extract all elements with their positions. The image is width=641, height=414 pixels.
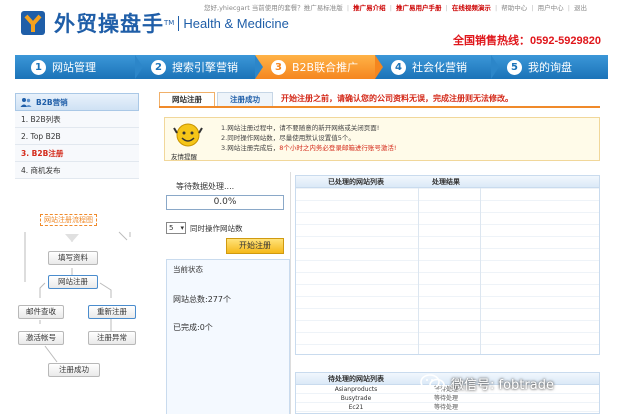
logo[interactable]: 外贸操盘手 TM Health & Medicine [20, 8, 289, 38]
link-user-center[interactable]: 用户中心 [538, 4, 564, 12]
notice-text: 1.网站注册过程中，请不要随意的新开网络或关闭页面! 2.同时操作网站数，尽量使… [221, 123, 396, 153]
notice-line-1: 1.网站注册过程中，请不要随意的新开网络或关闭页面! [221, 124, 380, 132]
flow-register: 网站注册 [48, 275, 98, 289]
sidebar: B2B营销 1. B2B列表 2. Top B2B 3. B2B注册 4. 商机… [15, 93, 139, 179]
step-navigation: 1 网站管理 2 搜索引擎营销 3 B2B联合推广 4 社会化营销 5 我的询盘 [15, 55, 608, 79]
flow-check-email: 邮件查收 [18, 305, 64, 319]
sidebar-item-post-lead[interactable]: 4. 商机发布 [15, 162, 139, 179]
logo-subtitle: Health & Medicine [178, 15, 289, 31]
step-label: B2B联合推广 [292, 61, 359, 74]
notice-line-3: 3.网站注册完成后，8个小时之内务必登录邮箱进行账号激活! [221, 144, 397, 152]
sidebar-item-b2b-list[interactable]: 1. B2B列表 [15, 111, 139, 128]
sidebar-title-label: B2B营销 [36, 97, 68, 107]
concurrency-label: 同时操作网站数 [190, 224, 243, 233]
site-name: Asianproducts [334, 386, 378, 393]
step-divider-icon [375, 55, 383, 79]
tab-site-register[interactable]: 网站注册 [159, 92, 215, 106]
site-completed: 已完成:0个 [173, 323, 213, 332]
site-total: 网站总数:277个 [173, 295, 231, 304]
sidebar-title: B2B营销 [15, 93, 139, 111]
logo-trademark: TM [164, 19, 175, 27]
sales-hotline: 全国销售热线：0592-5929820 [453, 35, 601, 47]
site-status: 等待处理 [433, 395, 458, 402]
logo-icon [21, 11, 45, 35]
top-links: 您好,yhiecgart 当前使用的套餐？推广易标准版 | 推广易介绍 | 推广… [204, 4, 587, 12]
step-number: 5 [507, 59, 522, 75]
step-divider-icon [491, 55, 499, 79]
step-label: 社会化营销 [412, 61, 467, 74]
step-divider-icon [135, 55, 143, 79]
sidebar-item-b2b-register[interactable]: 3. B2B注册 [15, 145, 139, 162]
flow-reregister: 重新注册 [88, 305, 136, 319]
step-b2b[interactable]: 3 B2B联合推广 [255, 55, 383, 79]
user-greeting: 您好,yhiecgart 当前使用的套餐？推广易标准版 [204, 4, 343, 12]
logo-text: 外贸操盘手 [54, 12, 164, 36]
notice-box: 友情提醒 1.网站注册过程中，请不要随意的新开网络或关闭页面! 2.同时操作网站… [164, 117, 600, 161]
step-number: 4 [391, 59, 406, 75]
current-state-box: 当前状态 网站总数:277个 已完成:0个 [166, 259, 290, 414]
site-name: Ec21 [348, 404, 364, 411]
table-body [296, 188, 599, 354]
header: 外贸操盘手 TM Health & Medicine 您好,yhiecgart … [0, 0, 641, 56]
notice-caption: 友情提醒 [171, 153, 197, 161]
table-row: Busytrade 等待处理 [296, 394, 599, 403]
wechat-icon [420, 374, 445, 392]
step-site-management[interactable]: 1 网站管理 [15, 55, 143, 79]
table-row: Ec21 等待处理 [296, 403, 599, 412]
users-icon [20, 98, 32, 107]
notice-line-3-emphasis: 8个小时之内务必登录邮箱进行账号激活! [279, 144, 397, 152]
step-number: 1 [31, 59, 46, 75]
flow-connectors [24, 231, 131, 363]
col-result: 处理结果 [432, 178, 460, 186]
flow-register-error: 注册异常 [88, 331, 136, 345]
processed-sites-table: 已处理的网站列表 处理结果 [295, 175, 600, 355]
col-processed-sites: 已处理的网站列表 [328, 178, 384, 186]
step-label: 网站管理 [52, 61, 96, 74]
tab-register-success[interactable]: 注册成功 [217, 92, 273, 106]
step-divider-icon [255, 55, 263, 79]
wechat-watermark: 微信号: fobtrade [419, 372, 629, 394]
flow-success: 注册成功 [48, 363, 100, 377]
link-logout[interactable]: 退出 [574, 4, 587, 12]
link-intro[interactable]: 推广易介绍 [353, 4, 386, 12]
link-video[interactable]: 在线视频演示 [452, 4, 491, 12]
progress-panel: 等待数据处理.... 0.0% 5 同时操作网站数 开始注册 当前状态 网站总数… [164, 172, 291, 414]
step-number: 3 [271, 59, 286, 75]
col-pending-sites: 待处理的网站列表 [328, 375, 384, 383]
link-manual[interactable]: 推广易用户手册 [396, 4, 442, 12]
step-inquiry[interactable]: 5 我的询盘 [491, 55, 608, 79]
site-name: Busytrade [340, 395, 372, 402]
step-search-engine[interactable]: 2 搜索引擎营销 [135, 55, 263, 79]
concurrency-select[interactable]: 5 [166, 222, 186, 234]
watermark-text: 微信号: fobtrade [451, 377, 554, 393]
progress-percent: 0.0% [166, 195, 284, 210]
state-title: 当前状态 [173, 265, 203, 274]
flow-fill-info: 填写资料 [48, 251, 98, 265]
step-label: 搜索引擎营销 [172, 61, 238, 74]
registration-warning: 开始注册之前，请确认您的公司资料无误，完成注册则无法修改。 [281, 94, 513, 103]
flow-activate: 激活帐号 [18, 331, 64, 345]
step-label: 我的询盘 [528, 61, 572, 74]
sidebar-item-top-b2b[interactable]: 2. Top B2B [15, 128, 139, 145]
site-status: 等待处理 [433, 404, 458, 411]
waiting-status: 等待数据处理.... [176, 182, 235, 191]
table-header: 已处理的网站列表 处理结果 [296, 176, 599, 188]
step-number: 2 [151, 59, 166, 75]
notice-line-2: 2.同时操作网站数，尽量使用默认设置值5个。 [221, 134, 355, 142]
link-help[interactable]: 帮助中心 [501, 4, 527, 12]
tab-bar: 网站注册 注册成功 开始注册之前，请确认您的公司资料无误，完成注册则无法修改。 [159, 92, 600, 108]
start-register-button[interactable]: 开始注册 [226, 238, 284, 254]
smiley-mascot-icon [173, 123, 203, 147]
step-social[interactable]: 4 社会化营销 [375, 55, 499, 79]
